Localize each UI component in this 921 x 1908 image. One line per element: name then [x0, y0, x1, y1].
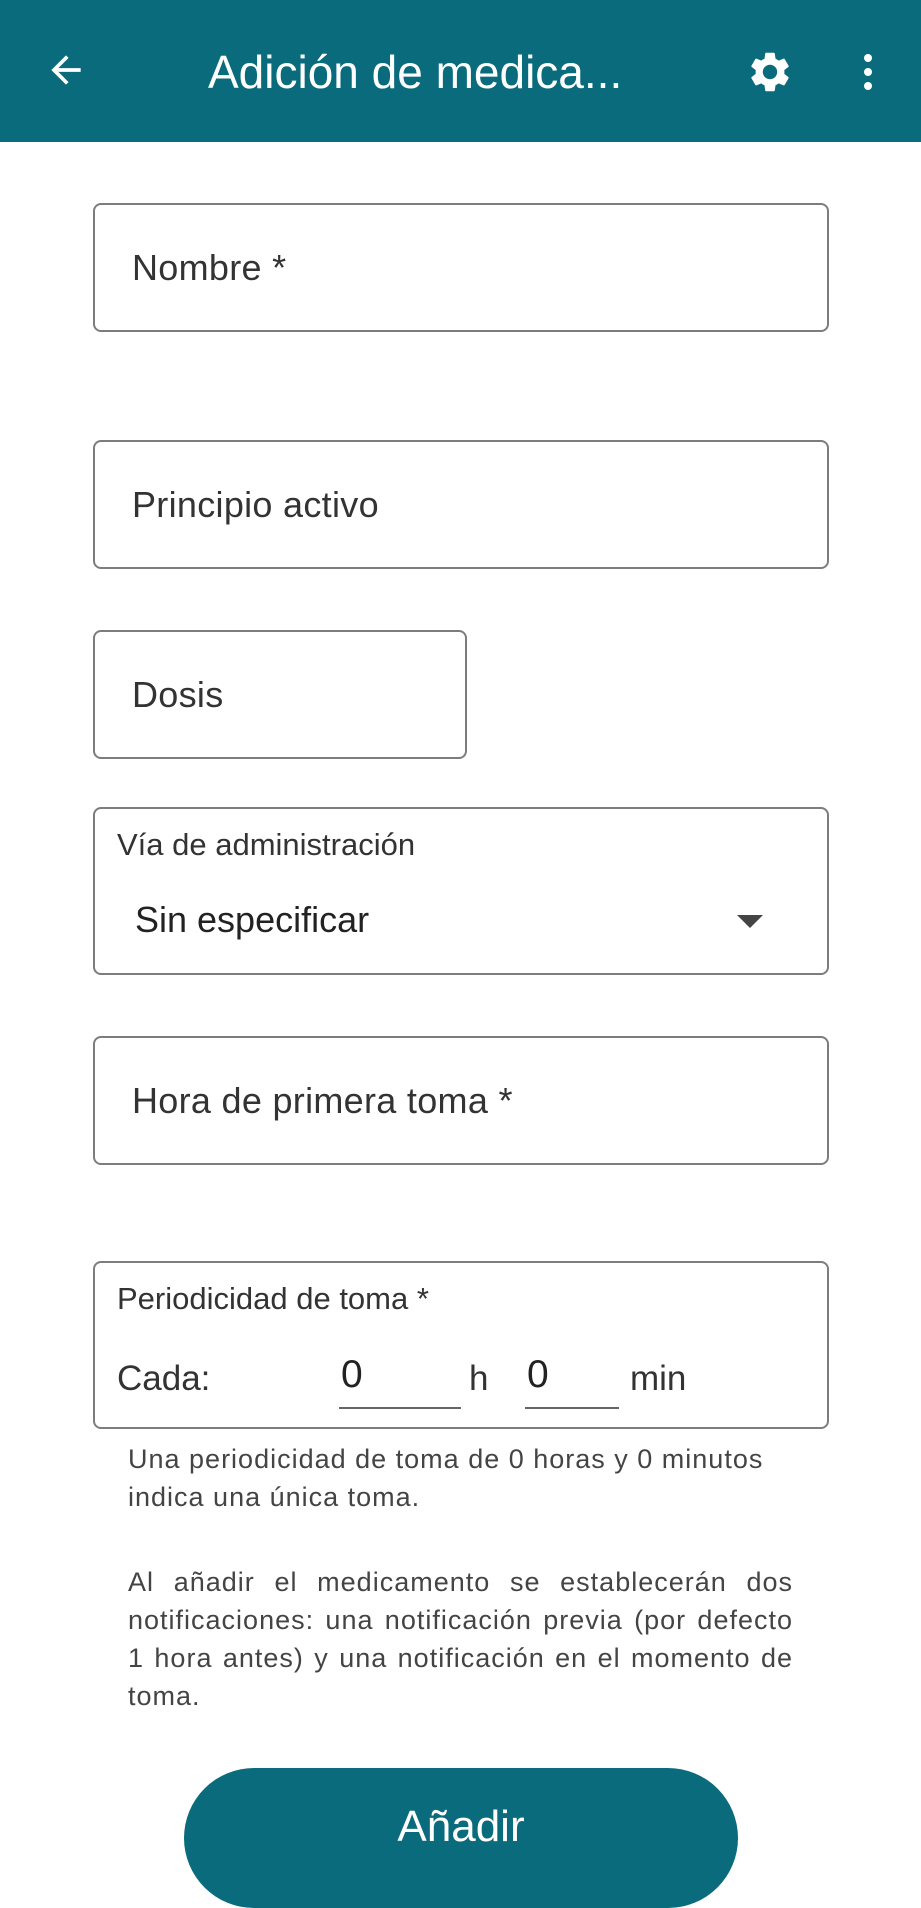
nombre-placeholder: Nombre * [132, 246, 287, 288]
principio-activo-field[interactable]: Principio activo [93, 440, 829, 569]
cada-label: Cada: [117, 1359, 211, 1398]
settings-button[interactable] [740, 42, 800, 102]
hora-primera-toma-placeholder: Hora de primera toma * [132, 1079, 513, 1121]
page-title: Adición de medica... [208, 46, 623, 98]
app-bar: Adición de medica... [0, 0, 921, 142]
hours-input[interactable]: 0 [339, 1347, 461, 1409]
add-button[interactable]: Añadir [184, 1768, 738, 1908]
principio-activo-placeholder: Principio activo [132, 483, 379, 525]
more-options-button[interactable] [838, 42, 898, 102]
nombre-field[interactable]: Nombre * [93, 203, 829, 332]
dropdown-arrow-icon[interactable] [737, 915, 763, 928]
via-administracion-value: Sin especificar [135, 899, 370, 940]
via-administracion-select[interactable]: Vía de administración Sin especificar [93, 807, 829, 975]
periodicidad-label: Periodicidad de toma * [117, 1281, 429, 1316]
via-administracion-label: Vía de administración [117, 827, 416, 862]
dosis-placeholder: Dosis [132, 673, 224, 715]
notificaciones-info-text: Al añadir el medicamento se establecerán… [128, 1567, 793, 1711]
dosis-field[interactable]: Dosis [93, 630, 467, 759]
more-vert-icon [864, 54, 872, 90]
minutes-input[interactable]: 0 [525, 1347, 619, 1409]
arrow-left-icon [51, 55, 81, 85]
back-button[interactable] [36, 40, 96, 100]
periodicidad-box: Periodicidad de toma * Cada: 0 h 0 min [93, 1261, 829, 1429]
hora-primera-toma-field[interactable]: Hora de primera toma * [93, 1036, 829, 1165]
periodicidad-help-text: Una periodicidad de toma de 0 horas y 0 … [128, 1444, 764, 1512]
minutes-unit-label: min [630, 1359, 687, 1398]
gear-icon [751, 52, 789, 92]
hours-unit-label: h [469, 1359, 489, 1398]
